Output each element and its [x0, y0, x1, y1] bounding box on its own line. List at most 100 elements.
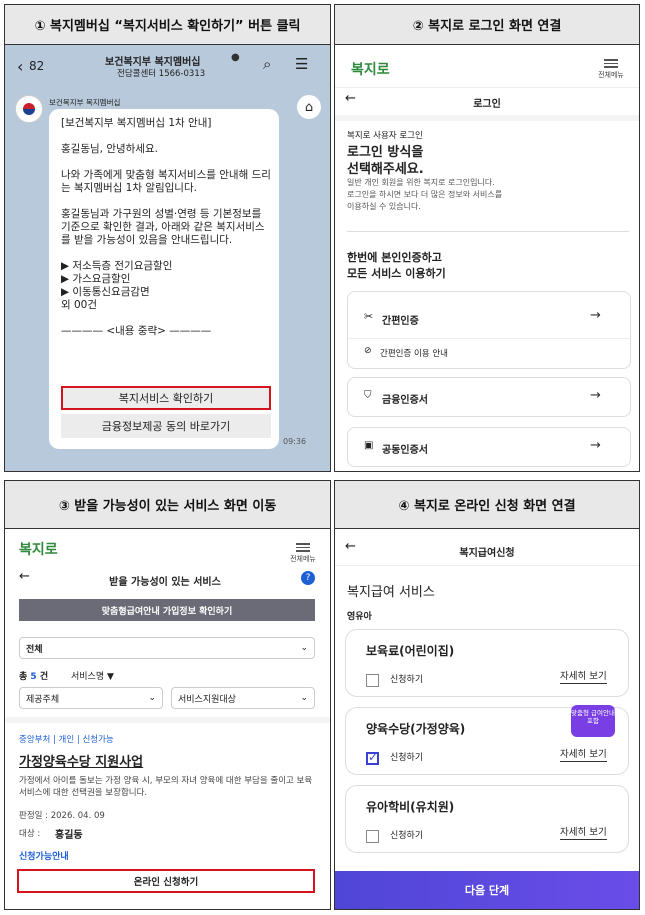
- service-name: 양육수당(가정양육): [366, 722, 466, 736]
- step2-header: ② 복지로 로그인 화면 연결: [335, 5, 639, 45]
- service-desc: 가정에서 아이를 돌보는 가정 양육 시, 부모의 자녀 양육에 대한 부담을 …: [19, 776, 313, 798]
- service-name: 보육료(어린이집): [366, 644, 455, 658]
- target-select[interactable]: 서비스지원대상 ⌄: [171, 687, 315, 709]
- section-divider: [347, 231, 629, 232]
- decision-date: 판정일 : 2026. 04. 09: [19, 811, 105, 821]
- online-apply-button[interactable]: 온라인 신청하기: [17, 869, 315, 893]
- service-card-daycare[interactable]: 보육료(어린이집) 신청하기 자세히 보기: [345, 629, 629, 697]
- id-card-icon: ▣: [364, 440, 374, 451]
- count-number: 5: [30, 672, 37, 682]
- step1-panel: ① 복지멤버십 “복지서비스 확인하기” 버튼 클릭 ‹ 82 보건복지부 복지…: [4, 4, 331, 472]
- back-arrow-icon[interactable]: ←: [19, 569, 30, 584]
- apply-guide-link[interactable]: 신청가능안내: [19, 849, 69, 862]
- easy-auth-label: 간편인증: [382, 316, 419, 327]
- login-heading-2: 선택해주세요.: [347, 162, 424, 177]
- target-value: 서비스지원대상: [178, 694, 236, 705]
- step3-header: ③ 받을 가능성이 있는 서비스 화면 이동: [5, 481, 330, 529]
- detail-link[interactable]: 자세히 보기: [560, 668, 607, 684]
- service-name: 유아학비(유치원): [366, 800, 455, 814]
- apply-checkbox[interactable]: [366, 674, 379, 687]
- next-step-button[interactable]: 다음 단계: [335, 871, 639, 909]
- apply-label: 신청하기: [390, 675, 424, 685]
- apply-label: 신청하기: [390, 753, 424, 763]
- menu-icon[interactable]: ☰: [295, 55, 308, 73]
- finance-cert-label: 금융인증서: [382, 395, 428, 406]
- login-small-label: 복지로 사용자 로그인: [347, 131, 423, 141]
- all-menu-label: 전체메뉴: [598, 70, 624, 79]
- service-title[interactable]: 가정양육수당 지원사업: [19, 751, 143, 770]
- apply-checkbox[interactable]: [366, 830, 379, 843]
- shield-icon: ⛉: [364, 390, 372, 401]
- chat-header: ‹ 82 보건복지부 복지멤버십 ● 전담콜센터 1566-0313 ⌕ ☰: [5, 45, 330, 91]
- custom-benefit-badge: 맞춤형 급여안내 포함: [571, 705, 615, 737]
- count-suffix: 건: [39, 672, 49, 682]
- chevron-down-icon: ⌄: [300, 643, 308, 653]
- service-tags: 중앙부처 | 개인 | 신청가능: [19, 735, 114, 745]
- channel-title: 보건복지부 복지멤버십: [105, 57, 201, 68]
- all-menu-label: 전체메뉴: [290, 554, 316, 563]
- back-count: 82: [29, 59, 45, 73]
- finance-cert-card[interactable]: ⛉ 금융인증서 →: [347, 377, 631, 417]
- step2-panel: ② 복지로 로그인 화면 연결 복지로 전체메뉴 ← 로그인 복지로 사용자 로…: [334, 4, 640, 472]
- section-title: 복지급여 서비스: [347, 585, 435, 600]
- arrow-right-icon: →: [590, 388, 601, 403]
- message-text: [보건복지부 복지멤버십 1차 안내] 홍길동님, 안녕하세요. 나와 가족에게…: [61, 117, 271, 337]
- finance-consent-button[interactable]: 금융정보제공 동의 바로가기: [61, 414, 271, 438]
- detail-link[interactable]: 자세히 보기: [560, 746, 607, 762]
- card-divider: [348, 338, 630, 339]
- easy-auth-guide-link[interactable]: 간편인증 이용 안내: [380, 347, 448, 359]
- login-desc-3: 이용하실 수 있습니다.: [347, 202, 421, 211]
- all-menu-button[interactable]: 전체메뉴: [593, 57, 629, 80]
- benefit-info-button[interactable]: 맞춤형급여안내 가입정보 확인하기: [19, 599, 315, 621]
- gray-separator: [5, 717, 330, 723]
- target-label: 대상 :: [19, 829, 41, 839]
- page-title: 받을 가능성이 있는 서비스: [109, 577, 221, 588]
- check-services-button[interactable]: 복지서비스 확인하기: [61, 386, 271, 410]
- hamburger-icon: [285, 543, 321, 552]
- back-icon[interactable]: ‹: [17, 57, 23, 76]
- link-icon: ✂: [364, 310, 374, 323]
- step4-panel: ④ 복지로 온라인 신청 화면 연결 ← 복지급여신청 복지급여 서비스 영유아…: [334, 480, 640, 910]
- count-prefix: 총: [19, 672, 28, 682]
- category-select[interactable]: 전체 ⌄: [19, 637, 315, 659]
- category-value: 전체: [26, 644, 43, 655]
- all-menu-button[interactable]: 전체메뉴: [285, 541, 321, 564]
- sender-name: 보건복지부 복지멤버십: [49, 98, 121, 107]
- chevron-down-icon: ⌄: [148, 693, 156, 703]
- service-card-kindergarten[interactable]: 유아학비(유치원) 신청하기 자세히 보기: [345, 785, 629, 853]
- result-count: 총 5 건: [19, 669, 48, 682]
- check-circle-icon: ⊘: [364, 346, 372, 356]
- channel-sub: 전담콜센터 1566-0313: [117, 69, 206, 79]
- help-icon[interactable]: ?: [301, 571, 315, 585]
- apply-label: 신청하기: [390, 831, 424, 841]
- bokjiro-logo[interactable]: 복지로: [19, 539, 58, 559]
- sender-avatar: [15, 95, 43, 123]
- joint-cert-card[interactable]: ▣ 공동인증서 →: [347, 427, 631, 467]
- divider: [335, 87, 639, 88]
- page-title: 복지급여신청: [459, 548, 515, 559]
- auth-section-1: 한번에 본인인증하고: [347, 251, 442, 264]
- provider-select[interactable]: 제공주체 ⌄: [19, 687, 163, 709]
- bokjiro-logo[interactable]: 복지로: [351, 59, 390, 79]
- detail-link[interactable]: 자세히 보기: [560, 824, 607, 840]
- step4-header: ④ 복지로 온라인 신청 화면 연결: [335, 481, 639, 529]
- government-logo-icon: [23, 103, 35, 115]
- arrow-right-icon: →: [590, 438, 601, 453]
- search-icon[interactable]: ⌕: [263, 55, 271, 73]
- apply-checkbox-checked[interactable]: ✓: [366, 750, 379, 765]
- section-sub: 영유아: [347, 612, 372, 622]
- home-icon[interactable]: ⌂: [297, 95, 321, 119]
- badge-text: 맞춤형 급여안내 포함: [571, 709, 615, 725]
- divider: [335, 565, 639, 566]
- message-time: 09:36: [283, 437, 307, 446]
- sort-select[interactable]: 서비스명 ▼: [71, 669, 114, 682]
- page-title: 로그인: [473, 99, 501, 110]
- hamburger-icon: [593, 59, 629, 68]
- step1-header: ① 복지멤버십 “복지서비스 확인하기” 버튼 클릭: [5, 5, 330, 45]
- joint-cert-label: 공동인증서: [382, 445, 428, 456]
- chevron-down-icon: ⌄: [300, 693, 308, 703]
- easy-auth-card[interactable]: ✂ 간편인증 → ⊘ 간편인증 이용 안내: [347, 291, 631, 369]
- arrow-right-icon: →: [590, 308, 601, 323]
- target-name: 홍길동: [55, 830, 83, 841]
- step3-panel: ③ 받을 가능성이 있는 서비스 화면 이동 복지로 전체메뉴 ← 받을 가능성…: [4, 480, 331, 910]
